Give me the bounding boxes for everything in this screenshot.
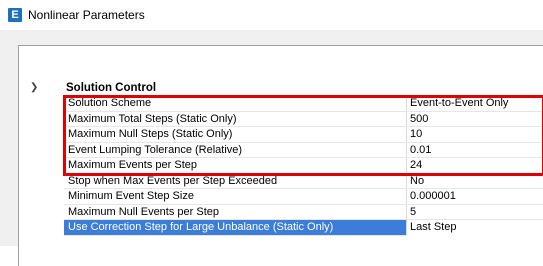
property-row-solution-scheme[interactable]: Solution Scheme Event-to-Event Only bbox=[64, 96, 543, 112]
chevron-down-icon[interactable]: ❯ bbox=[30, 81, 38, 95]
property-name: Stop when Max Events per Step Exceeded bbox=[68, 174, 278, 187]
property-row-stop-when-max-events-exceeded[interactable]: Stop when Max Events per Step Exceeded N… bbox=[64, 173, 543, 190]
property-value[interactable]: Last Step bbox=[407, 220, 543, 236]
property-name: Maximum Events per Step bbox=[68, 159, 197, 171]
column-divider bbox=[406, 158, 407, 173]
property-value[interactable]: 5 bbox=[410, 205, 416, 221]
app-icon: E bbox=[8, 8, 22, 22]
title-bar: E Nonlinear Parameters bbox=[0, 0, 543, 30]
property-value[interactable]: 0.000001 bbox=[410, 189, 456, 205]
column-divider bbox=[406, 173, 407, 188]
property-value[interactable]: 0.01 bbox=[410, 143, 431, 159]
column-divider bbox=[406, 204, 407, 219]
property-value[interactable]: 24 bbox=[410, 158, 422, 174]
property-value[interactable]: 10 bbox=[410, 127, 422, 143]
property-name: Event Lumping Tolerance (Relative) bbox=[68, 143, 243, 156]
column-divider bbox=[406, 111, 407, 126]
column-divider bbox=[406, 96, 407, 111]
property-name: Minimum Event Step Size bbox=[68, 190, 194, 202]
section-title: Solution Control bbox=[66, 82, 157, 94]
property-name: Use Correction Step for Large Unbalance … bbox=[68, 221, 334, 233]
property-name: Maximum Null Events per Step bbox=[68, 205, 219, 218]
property-row-max-events-per-step[interactable]: Maximum Events per Step 24 bbox=[64, 158, 543, 174]
column-divider bbox=[406, 127, 407, 142]
property-value[interactable]: Event-to-Event Only bbox=[410, 96, 508, 112]
property-name: Solution Scheme bbox=[68, 97, 152, 109]
window-title: Nonlinear Parameters bbox=[28, 8, 145, 22]
property-row-min-event-step-size[interactable]: Minimum Event Step Size 0.000001 bbox=[64, 189, 543, 205]
column-divider bbox=[406, 142, 407, 157]
property-value[interactable]: 500 bbox=[410, 112, 428, 128]
section-header-solution-control[interactable]: ❯ Solution Control bbox=[30, 80, 543, 96]
column-divider bbox=[406, 189, 407, 204]
property-row-max-total-steps[interactable]: Maximum Total Steps (Static Only) 500 bbox=[64, 111, 543, 128]
property-row-max-null-steps[interactable]: Maximum Null Steps (Static Only) 10 bbox=[64, 127, 543, 143]
property-row-max-null-events-per-step[interactable]: Maximum Null Events per Step 5 bbox=[64, 204, 543, 221]
property-name: Maximum Null Steps (Static Only) bbox=[68, 128, 233, 140]
property-name: Maximum Total Steps (Static Only) bbox=[68, 112, 237, 125]
property-row-use-correction-step[interactable]: Use Correction Step for Large Unbalance … bbox=[64, 220, 543, 236]
property-rows: Solution Scheme Event-to-Event Only Maxi… bbox=[64, 96, 543, 236]
property-row-event-lumping-tolerance[interactable]: Event Lumping Tolerance (Relative) 0.01 bbox=[64, 142, 543, 159]
property-value[interactable]: No bbox=[410, 174, 424, 190]
